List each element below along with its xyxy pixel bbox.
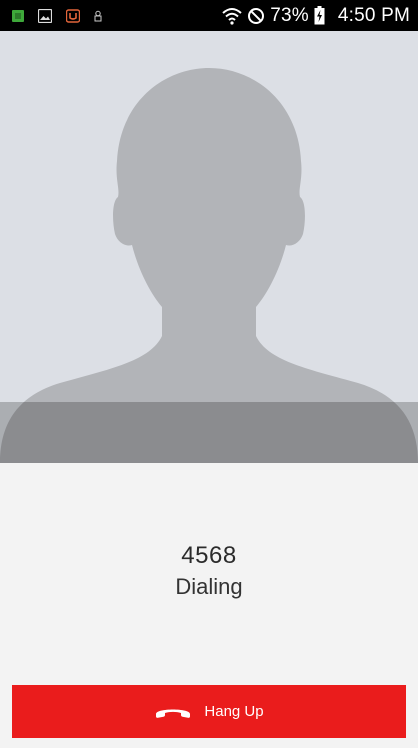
- notification-icons: [12, 8, 102, 23]
- gallery-notification-icon: [38, 8, 52, 23]
- lock-notification-icon: [94, 10, 102, 22]
- hang-up-button[interactable]: Hang Up: [12, 685, 406, 738]
- contact-photo: [0, 31, 418, 463]
- call-status: Dialing: [175, 574, 243, 599]
- caller-info: 4568 Dialing: [0, 540, 418, 602]
- status-bar: 73% 4:50 PM: [0, 0, 418, 31]
- hang-up-phone-icon: [154, 704, 192, 720]
- wifi-icon: [222, 7, 242, 25]
- person-silhouette-icon: [0, 31, 418, 463]
- hang-up-label: Hang Up: [204, 703, 264, 720]
- caller-number: 4568: [181, 542, 237, 569]
- app-notification-icon: [12, 9, 24, 22]
- clock: 4:50 PM: [337, 4, 410, 26]
- do-not-disturb-icon: [247, 7, 265, 25]
- system-icons: 73% 4:50 PM: [222, 5, 410, 27]
- launcher-notification-icon: [66, 8, 80, 23]
- battery-percentage: 73%: [270, 4, 309, 26]
- battery-charging-icon: [314, 6, 325, 25]
